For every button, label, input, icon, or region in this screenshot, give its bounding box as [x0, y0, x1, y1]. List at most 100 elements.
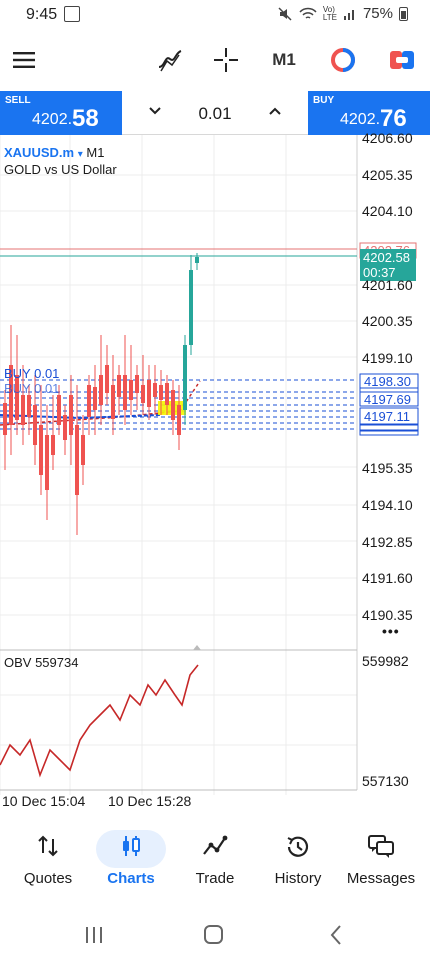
candle	[135, 375, 139, 393]
order-tag-3: 4197.11	[364, 409, 410, 424]
obv-tick-1: 559982	[362, 653, 409, 669]
buy-price-big: 76	[380, 105, 407, 132]
trade-panel: SELL 4202.58 0.01 BUY 4202.76	[0, 91, 430, 135]
nav-trade-label: Trade	[195, 870, 235, 887]
time-label-1: 10 Dec 15:04	[2, 793, 86, 809]
obv-line	[0, 664, 199, 778]
chart-area[interactable]: 4202.76 4202.58 00:37 4198.30 4197.69 41…	[0, 130, 430, 809]
candle	[123, 375, 127, 410]
nav-history-label: History	[274, 870, 322, 887]
candle	[159, 385, 163, 400]
chevron-up-icon	[269, 107, 281, 115]
nav-charts[interactable]: Charts	[88, 826, 174, 896]
home-button[interactable]	[204, 925, 223, 944]
price-tick-10: 4191.60	[362, 570, 413, 586]
symbol-timeframe: M1	[86, 145, 105, 160]
candle	[21, 395, 25, 425]
candle	[99, 375, 103, 405]
order-label-2: BUY 0.01	[4, 381, 59, 396]
battery-icon	[399, 6, 408, 21]
price-tick-5: 4200.35	[362, 313, 413, 329]
price-tick-11: 4190.35	[362, 607, 413, 623]
candle	[63, 415, 67, 440]
mute-icon	[278, 6, 292, 21]
price-tick-4: 4201.60	[362, 277, 413, 293]
messages-icon	[338, 834, 424, 862]
back-button[interactable]	[330, 925, 341, 945]
candle	[105, 365, 109, 393]
one-click-trade-icon	[390, 51, 414, 69]
price-tick-7: 4195.35	[362, 460, 413, 476]
sell-price-main: 4202.	[32, 111, 73, 128]
lte-icon: Vo) LTE	[322, 4, 337, 22]
order-label-1: BUY 0.01	[4, 366, 59, 381]
pane-resize-handle[interactable]	[193, 645, 201, 650]
crosshair-button[interactable]	[206, 38, 246, 82]
indicators-icon	[158, 50, 182, 72]
candle	[39, 425, 43, 475]
candle	[57, 395, 61, 425]
timeframe-button[interactable]: M1	[264, 38, 304, 82]
nav-quotes[interactable]: Quotes	[5, 826, 91, 896]
time-label-2: 10 Dec 15:28	[108, 793, 192, 809]
candle	[87, 385, 91, 417]
hamburger-icon	[13, 52, 35, 68]
nav-trade[interactable]: Trade	[172, 826, 258, 896]
gallery-icon	[64, 6, 80, 22]
order-tag-1: 4198.30	[364, 374, 411, 389]
signal-icon	[343, 9, 354, 20]
wifi-icon	[299, 7, 317, 19]
candle	[75, 425, 79, 495]
candle	[195, 257, 199, 263]
order-tag-2: 4197.69	[364, 392, 411, 407]
price-tick-8: 4194.10	[362, 497, 413, 513]
candle	[153, 383, 157, 397]
nav-quotes-label: Quotes	[23, 870, 73, 887]
battery-text: 75%	[362, 5, 393, 22]
symbol-description: GOLD vs US Dollar	[4, 162, 117, 177]
quotes-icon	[5, 834, 91, 862]
candle	[117, 375, 121, 397]
candle	[81, 435, 85, 465]
nav-messages[interactable]: Messages	[338, 826, 424, 896]
status-time: 9:45	[26, 6, 58, 23]
candle	[93, 387, 97, 410]
candle	[45, 435, 49, 490]
chart-toolbar: M1	[0, 38, 430, 82]
candle	[27, 395, 31, 417]
indicators-button[interactable]	[150, 38, 190, 82]
price-tick-3: 4204.10	[362, 203, 413, 219]
candle	[177, 405, 181, 435]
candle	[183, 345, 187, 410]
order-tag-box-5	[359, 424, 419, 431]
candle	[69, 395, 73, 435]
buy-label: BUY	[313, 95, 335, 106]
one-click-trade-button[interactable]	[382, 38, 422, 82]
sell-button[interactable]: SELL 4202.58	[0, 91, 122, 135]
symbol-label[interactable]: XAUUSD.m ▾ M1	[4, 145, 104, 160]
chart-type-button[interactable]	[322, 38, 364, 82]
trade-icon	[172, 834, 258, 862]
candle	[51, 435, 55, 455]
price-tick-6: 4199.10	[362, 350, 413, 366]
menu-button[interactable]	[6, 38, 42, 82]
symbol-name: XAUUSD.m	[4, 145, 75, 160]
increase-volume-button[interactable]	[268, 103, 282, 121]
buy-button[interactable]: BUY 4202.76	[308, 91, 430, 135]
crosshair-icon	[214, 48, 238, 72]
candle	[171, 390, 175, 420]
order-tag-box-6	[359, 430, 419, 436]
candle	[165, 383, 169, 405]
status-right: Vo) LTE 75%	[277, 5, 408, 22]
status-bar: 9:45 Vo) LTE 75%	[0, 0, 430, 30]
recent-apps-button[interactable]	[86, 927, 102, 943]
candle	[141, 385, 145, 403]
symbol-dropdown-icon: ▾	[77, 149, 83, 160]
bottom-navigation: Quotes Charts Trade History Messages	[0, 826, 430, 896]
candle	[111, 385, 115, 419]
history-icon	[255, 834, 341, 862]
chart-grid	[0, 135, 357, 795]
chart-more-button[interactable]: •••	[382, 623, 400, 639]
nav-history[interactable]: History	[255, 826, 341, 896]
candle	[3, 403, 7, 435]
